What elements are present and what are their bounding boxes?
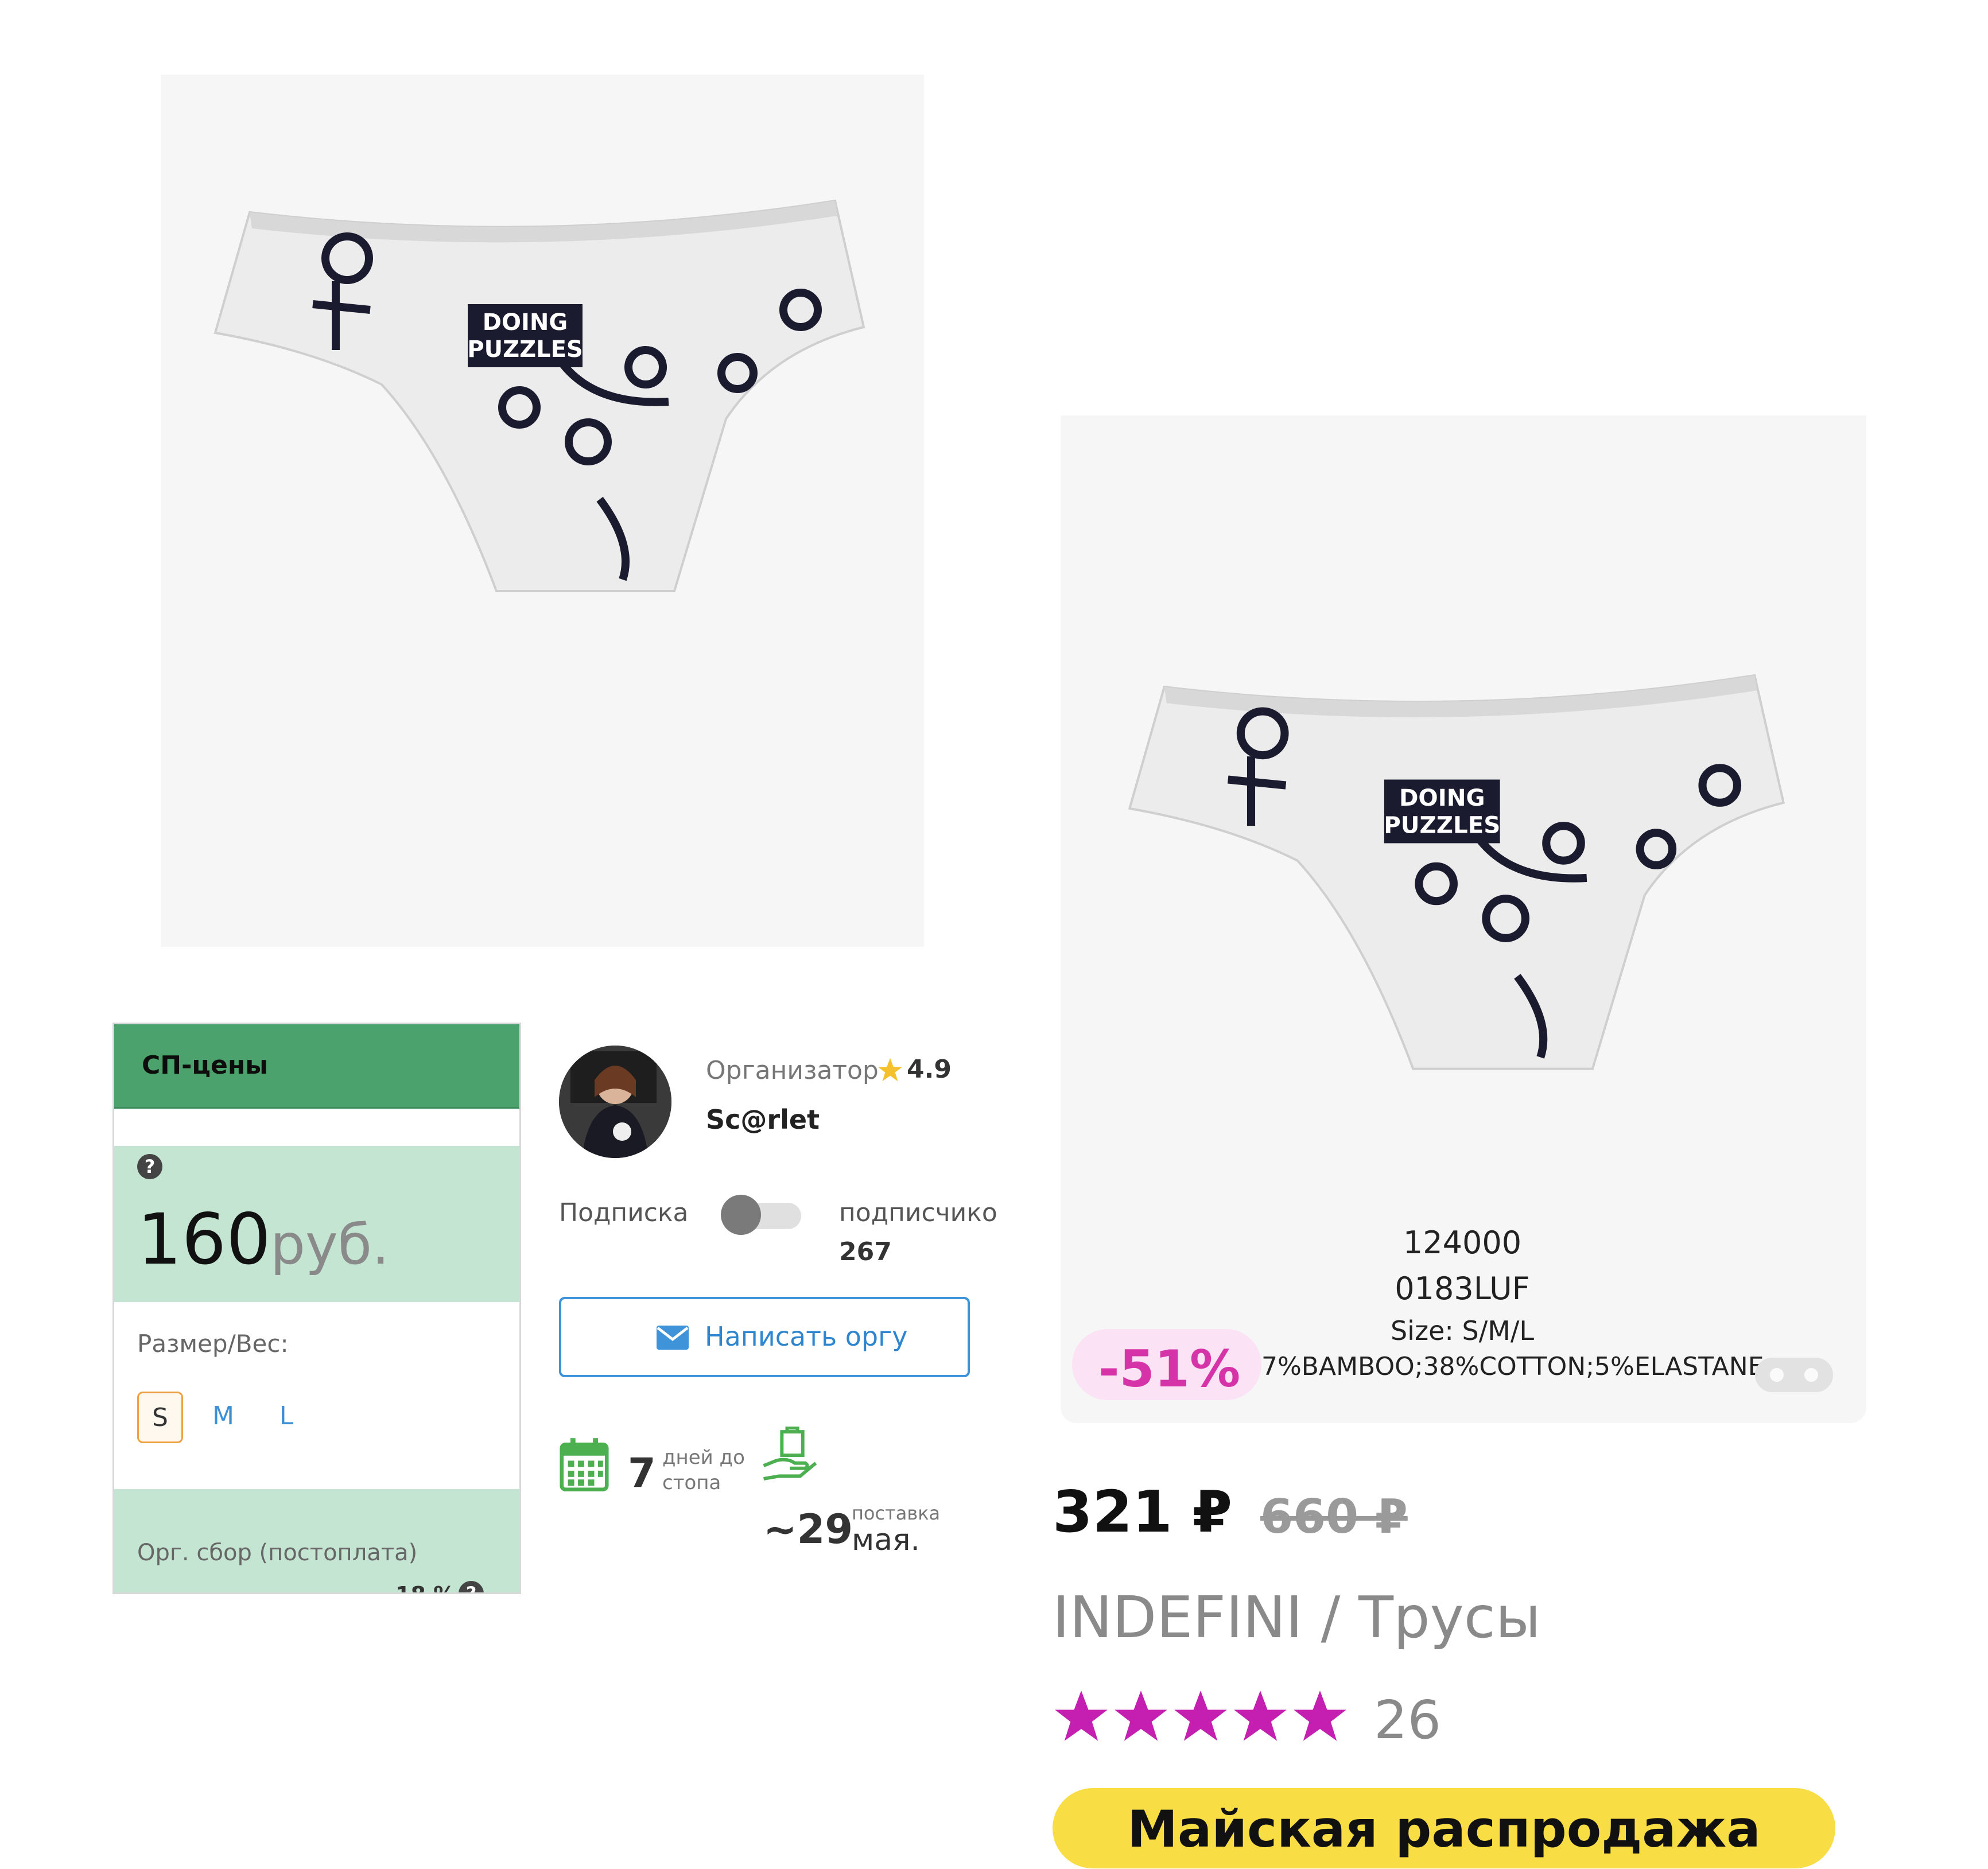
image-carousel-dots[interactable] — [1755, 1358, 1833, 1392]
sp-price-card: СП-цены ? 160 руб. Размер/Вес: S M L Орг… — [112, 1023, 521, 1594]
sp-price-unit: руб. — [270, 1213, 390, 1277]
size-label: Размер/Вес: — [137, 1330, 289, 1358]
message-organizer-button[interactable]: Написать оргу — [559, 1297, 970, 1377]
panties-illustration: DOING PUZZLES — [1128, 674, 1785, 1070]
product-image-right[interactable]: DOING PUZZLES 124000 0183LUF Size: S/M/L… — [1061, 415, 1866, 1423]
delivery-day: ~29 — [763, 1506, 853, 1553]
print-text-puzzles: PUZZLES — [467, 336, 583, 363]
print-text-doing: DOING — [1399, 784, 1485, 811]
carousel-dot[interactable] — [1770, 1368, 1784, 1382]
tag-code: 124000 — [1403, 1225, 1522, 1261]
old-price: 660 ₽ — [1260, 1490, 1408, 1544]
star-icon — [1234, 1691, 1287, 1741]
brand-category-title[interactable]: INDEFINI / Трусы — [1053, 1584, 1541, 1651]
size-option-l[interactable]: L — [263, 1392, 309, 1443]
org-fee-label: Орг. сбор (постоплата) — [137, 1540, 418, 1566]
size-option-m[interactable]: M — [200, 1392, 246, 1443]
organizer-label: Организатор — [706, 1056, 879, 1085]
avatar[interactable] — [559, 1046, 671, 1158]
delivery-label: поставка — [852, 1502, 941, 1524]
days-to-stop-count: 7 — [628, 1450, 656, 1497]
sp-card-title: СП-цены — [142, 1051, 269, 1080]
panties-illustration: DOING PUZZLES — [213, 199, 865, 592]
reviews-count[interactable]: 26 — [1374, 1689, 1441, 1751]
star-icon — [1055, 1691, 1108, 1741]
sp-card-header: СП-цены — [114, 1024, 519, 1109]
sp-price-panel: ? 160 руб. — [114, 1146, 519, 1302]
discount-value: -51% — [1098, 1339, 1241, 1398]
star-icon — [1294, 1691, 1346, 1741]
sale-banner-text: Майская распродажа — [1127, 1800, 1761, 1859]
product-image-left[interactable]: DOING PUZZLES — [161, 75, 924, 947]
question-circle-icon[interactable]: ? — [459, 1581, 484, 1592]
sp-price-value: 160 — [137, 1199, 271, 1280]
tag-article: 0183LUF — [1395, 1270, 1530, 1307]
message-button-label: Написать оргу — [705, 1321, 908, 1352]
toggle-knob — [721, 1195, 761, 1235]
delivery-icon — [763, 1427, 817, 1481]
subscription-toggle[interactable] — [721, 1195, 803, 1235]
print-text-doing: DOING — [483, 309, 568, 336]
carousel-dot[interactable] — [1804, 1368, 1818, 1382]
envelope-icon — [657, 1326, 689, 1350]
size-option-s[interactable]: S — [137, 1392, 183, 1443]
print-text-puzzles: PUZZLES — [1384, 811, 1500, 838]
star-icon — [877, 1058, 903, 1082]
organizer-rating: 4.9 — [907, 1055, 952, 1084]
organizer-photo — [559, 1046, 671, 1158]
org-fee-value: 18 % — [395, 1582, 455, 1592]
subscribers-label: подписчико — [839, 1198, 997, 1227]
org-fee-panel: Орг. сбор (постоплата) 18 % ? — [114, 1489, 519, 1592]
subscribers-count: 267 — [839, 1237, 892, 1266]
sale-banner[interactable]: Майская распродажа — [1053, 1788, 1835, 1868]
delivery-month: мая. — [852, 1523, 920, 1557]
star-icon — [1115, 1691, 1167, 1741]
tag-composition: 7%BAMBOO;38%COTTON;5%ELASTANE — [1261, 1352, 1764, 1381]
calendar-icon — [560, 1438, 609, 1491]
question-circle-icon[interactable]: ? — [137, 1154, 162, 1179]
star-icon — [1174, 1691, 1227, 1741]
subscription-label: Подписка — [559, 1198, 689, 1227]
organizer-name[interactable]: Sc@rlet — [706, 1104, 820, 1135]
discount-badge: -51% — [1072, 1329, 1261, 1400]
current-price: 321 ₽ — [1053, 1478, 1233, 1545]
